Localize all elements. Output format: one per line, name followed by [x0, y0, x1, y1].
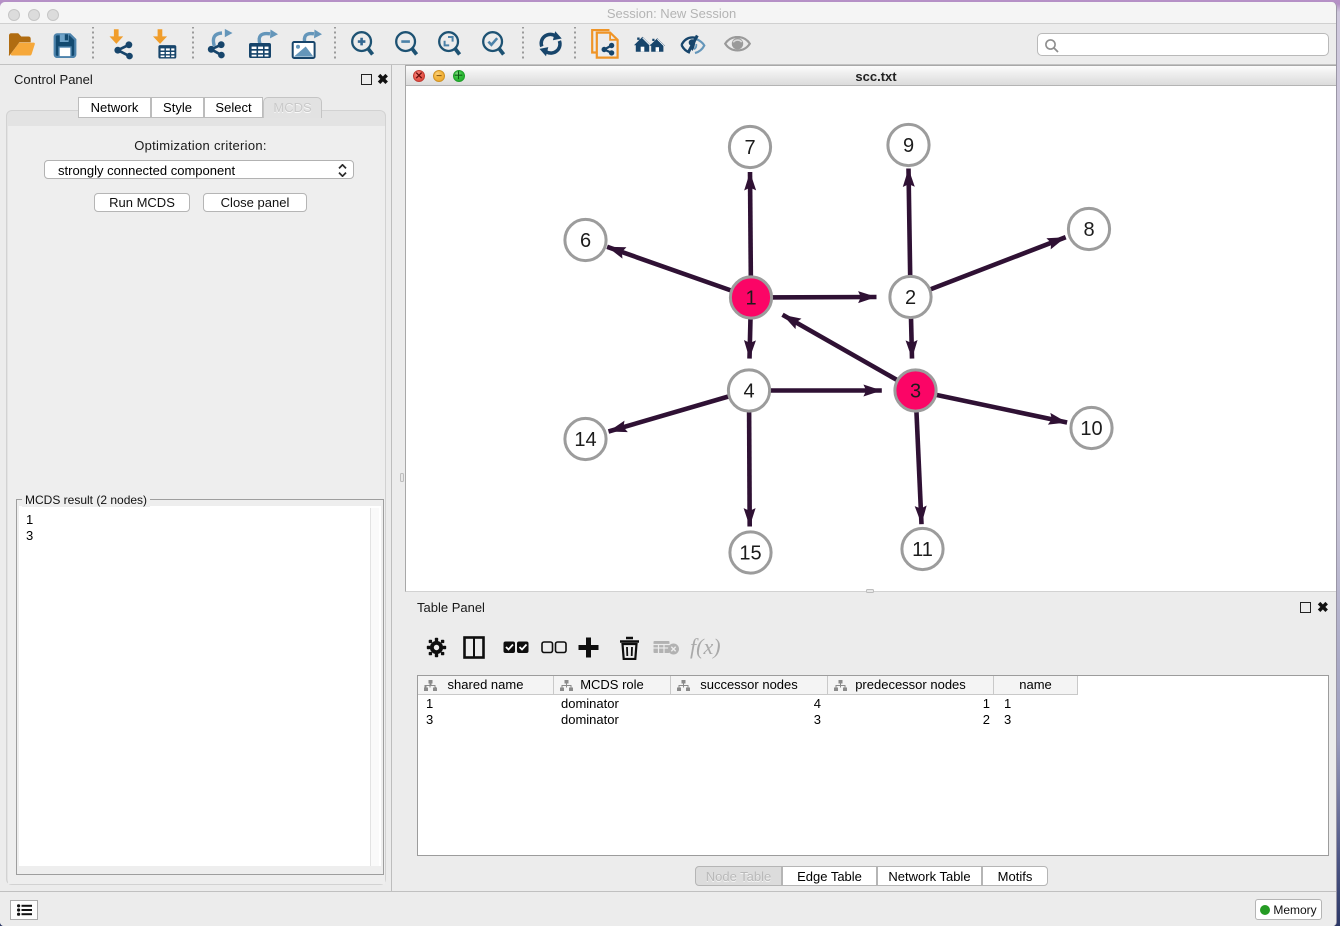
- svg-text:7: 7: [744, 137, 755, 159]
- svg-text:8: 8: [1083, 219, 1094, 241]
- svg-text:15: 15: [739, 543, 761, 565]
- svg-text:4: 4: [743, 381, 754, 403]
- svg-text:6: 6: [580, 230, 591, 252]
- svg-text:1: 1: [745, 288, 756, 310]
- svg-text:14: 14: [574, 429, 596, 451]
- svg-text:11: 11: [912, 539, 933, 561]
- svg-text:10: 10: [1080, 418, 1102, 440]
- svg-text:9: 9: [903, 135, 914, 157]
- svg-text:3: 3: [910, 381, 921, 403]
- svg-text:2: 2: [905, 287, 916, 309]
